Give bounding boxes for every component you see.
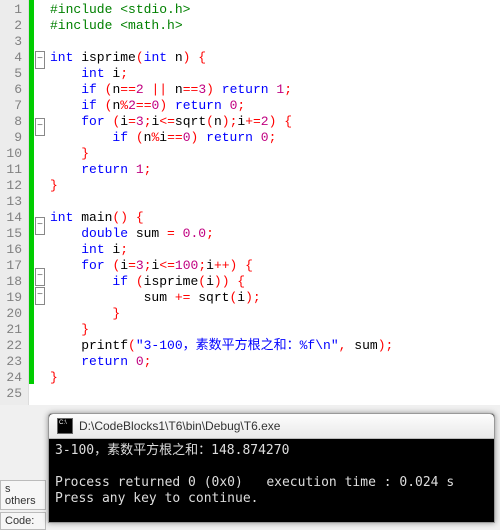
line-number: 21 bbox=[2, 322, 22, 338]
line-number: 24 bbox=[2, 370, 22, 386]
line-number: 9 bbox=[2, 130, 22, 146]
console-window[interactable]: D:\CodeBlocks1\T6\bin\Debug\T6.exe 3-100… bbox=[48, 413, 495, 523]
line-number-gutter: 1234567891011121314151617181920212223242… bbox=[0, 0, 29, 405]
code-line[interactable]: int i; bbox=[50, 242, 496, 258]
fold-cell bbox=[34, 198, 46, 214]
line-number: 5 bbox=[2, 66, 22, 82]
console-icon bbox=[57, 418, 73, 434]
line-number: 17 bbox=[2, 258, 22, 274]
fold-cell bbox=[34, 399, 46, 405]
line-number: 12 bbox=[2, 178, 22, 194]
line-number: 15 bbox=[2, 226, 22, 242]
fold-cell bbox=[34, 0, 46, 16]
code-line[interactable]: for (i=3;i<=sqrt(n);i+=2) { bbox=[50, 114, 496, 130]
line-number: 11 bbox=[2, 162, 22, 178]
code-editor[interactable]: 1234567891011121314151617181920212223242… bbox=[0, 0, 500, 405]
fold-cell bbox=[34, 351, 46, 367]
line-number: 3 bbox=[2, 34, 22, 50]
line-number: 6 bbox=[2, 82, 22, 98]
fold-cell bbox=[34, 83, 46, 99]
code-line[interactable] bbox=[50, 194, 496, 210]
line-number: 7 bbox=[2, 98, 22, 114]
code-line[interactable]: } bbox=[50, 178, 496, 194]
fold-cell bbox=[34, 233, 46, 249]
fold-cell bbox=[34, 367, 46, 383]
code-line[interactable]: int i; bbox=[50, 66, 496, 82]
code-line[interactable]: if (n%i==0) return 0; bbox=[50, 130, 496, 146]
code-line[interactable]: #include <stdio.h> bbox=[50, 2, 496, 18]
tab-code[interactable]: Code: bbox=[0, 512, 46, 530]
code-line[interactable]: } bbox=[50, 370, 496, 386]
code-line[interactable]: if (n==2 || n==3) return 1; bbox=[50, 82, 496, 98]
fold-toggle-icon[interactable]: − bbox=[35, 268, 45, 286]
fold-cell: − bbox=[34, 217, 46, 233]
line-number: 14 bbox=[2, 210, 22, 226]
code-line[interactable]: int main() { bbox=[50, 210, 496, 226]
fold-cell bbox=[34, 16, 46, 32]
fold-cell bbox=[34, 166, 46, 182]
code-line[interactable]: if (isprime(i)) { bbox=[50, 274, 496, 290]
line-number: 25 bbox=[2, 386, 22, 402]
line-number: 8 bbox=[2, 114, 22, 130]
code-line[interactable]: } bbox=[50, 322, 496, 338]
fold-cell: − bbox=[34, 268, 46, 284]
code-line[interactable]: for (i=3;i<=100;i++) { bbox=[50, 258, 496, 274]
console-title-text: D:\CodeBlocks1\T6\bin\Debug\T6.exe bbox=[79, 419, 280, 433]
fold-cell bbox=[34, 335, 46, 351]
fold-cell bbox=[34, 303, 46, 319]
fold-cell bbox=[34, 319, 46, 335]
line-number: 18 bbox=[2, 274, 22, 290]
code-line[interactable]: } bbox=[50, 306, 496, 322]
console-titlebar[interactable]: D:\CodeBlocks1\T6\bin\Debug\T6.exe bbox=[49, 414, 494, 439]
fold-cell bbox=[34, 383, 46, 399]
line-number: 2 bbox=[2, 18, 22, 34]
fold-cell: − bbox=[34, 118, 46, 134]
code-line[interactable]: printf("3-100，素数平方根之和：%f\n", sum); bbox=[50, 338, 496, 354]
line-number: 13 bbox=[2, 194, 22, 210]
code-line[interactable] bbox=[50, 34, 496, 50]
fold-column[interactable]: −−−−− bbox=[34, 0, 46, 405]
tab-others[interactable]: s others bbox=[0, 480, 46, 510]
line-number: 16 bbox=[2, 242, 22, 258]
left-side-tabs: s others Code: bbox=[0, 478, 46, 530]
line-number: 20 bbox=[2, 306, 22, 322]
line-number: 1 bbox=[2, 2, 22, 18]
line-number: 22 bbox=[2, 338, 22, 354]
fold-cell bbox=[34, 150, 46, 166]
code-line[interactable]: double sum = 0.0; bbox=[50, 226, 496, 242]
line-number: 23 bbox=[2, 354, 22, 370]
fold-cell bbox=[34, 67, 46, 83]
code-line[interactable]: return 1; bbox=[50, 162, 496, 178]
fold-cell bbox=[34, 249, 46, 265]
code-content[interactable]: #include <stdio.h>#include <math.h> int i… bbox=[46, 0, 500, 405]
line-number: 10 bbox=[2, 146, 22, 162]
line-number: 4 bbox=[2, 50, 22, 66]
fold-cell bbox=[34, 32, 46, 48]
code-line[interactable]: if (n%2==0) return 0; bbox=[50, 98, 496, 114]
code-line[interactable]: } bbox=[50, 146, 496, 162]
fold-cell: − bbox=[34, 287, 46, 303]
code-line[interactable]: int isprime(int n) { bbox=[50, 50, 496, 66]
line-number: 19 bbox=[2, 290, 22, 306]
console-output[interactable]: 3-100，素数平方根之和：148.874270 Process returne… bbox=[49, 439, 494, 522]
fold-cell: − bbox=[34, 51, 46, 67]
fold-cell bbox=[34, 134, 46, 150]
fold-cell bbox=[34, 99, 46, 115]
code-line[interactable] bbox=[50, 386, 496, 402]
fold-cell bbox=[34, 182, 46, 198]
code-line[interactable]: return 0; bbox=[50, 354, 496, 370]
code-line[interactable]: #include <math.h> bbox=[50, 18, 496, 34]
code-line[interactable]: sum += sqrt(i); bbox=[50, 290, 496, 306]
